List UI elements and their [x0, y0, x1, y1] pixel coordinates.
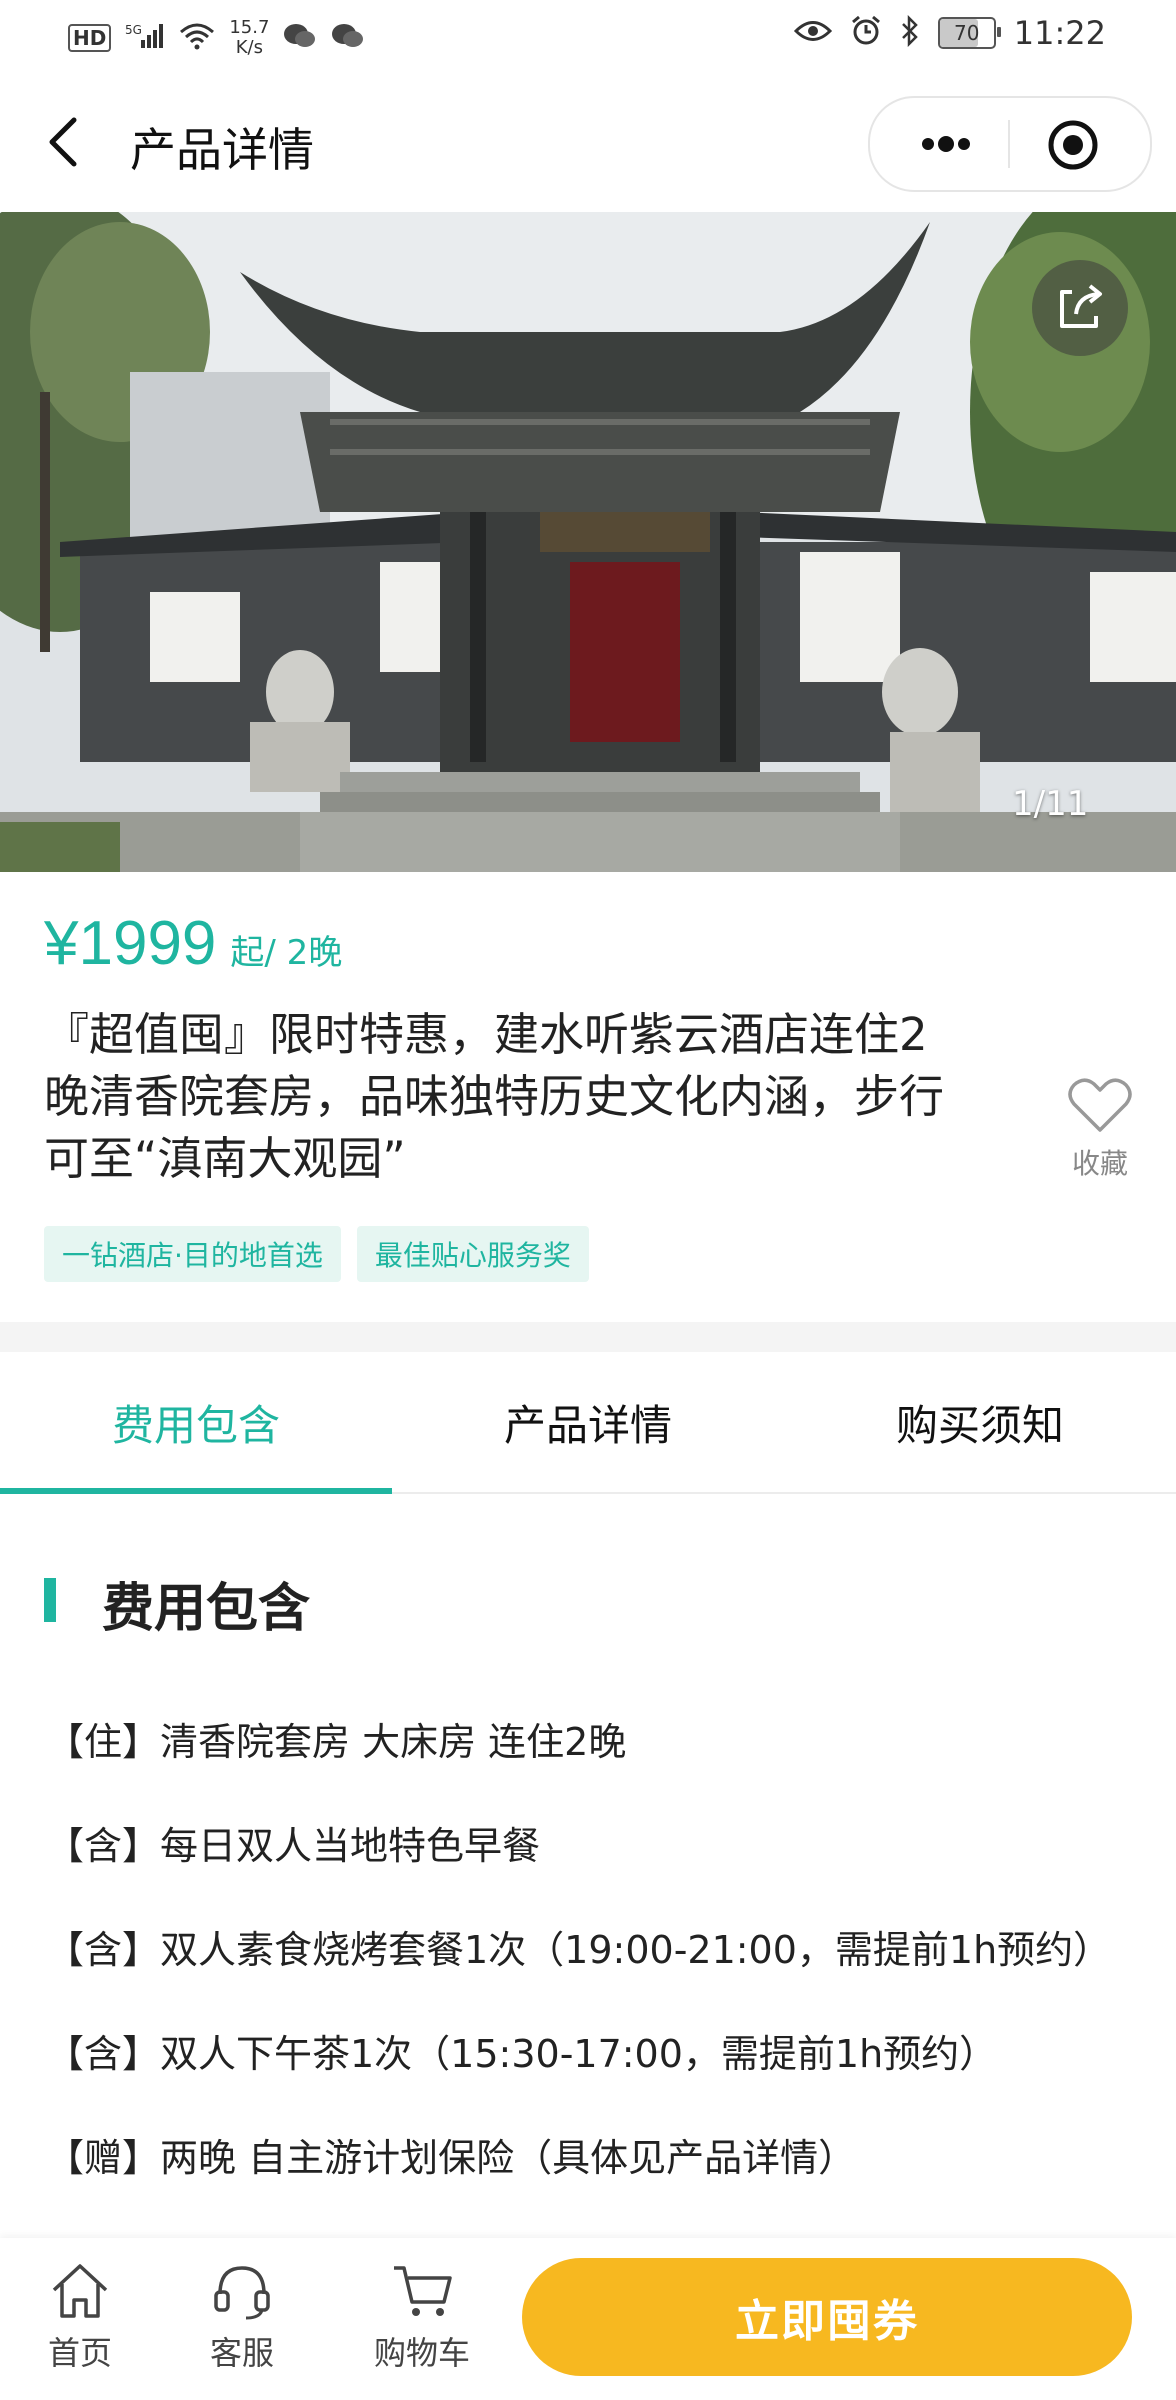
service-label: 客服: [209, 2334, 274, 2372]
tab-purchase-notes[interactable]: 购买须知: [784, 1352, 1176, 1492]
fee-item-bbq: 【含】双人素食烧烤套餐1次（19:00-21:00，需提前1h预约）: [46, 1928, 1112, 1972]
share-button[interactable]: [1032, 260, 1128, 356]
status-bar: HD 5G 15.7 K/s 70 11:22: [0, 0, 1176, 72]
hero-image[interactable]: [0, 212, 1176, 872]
home-button[interactable]: 首页: [20, 2260, 140, 2374]
capsule-divider: [1008, 120, 1010, 168]
battery-level: 70: [954, 21, 980, 45]
hd-badge: HD: [68, 24, 112, 52]
battery-indicator: 70: [937, 17, 1001, 49]
bluetooth-icon: [900, 14, 920, 51]
cart-icon: [394, 2266, 452, 2316]
fee-item-breakfast: 【含】每日双人当地特色早餐: [46, 1824, 541, 1868]
wechat-icon-2: [331, 22, 365, 54]
section-title: 费用包含: [102, 1579, 311, 1639]
cart-button[interactable]: 购物车: [362, 2260, 482, 2374]
fee-item-tea: 【含】双人下午茶1次（15:30-17:00，需提前1h预约）: [46, 2032, 998, 2076]
back-button[interactable]: [36, 112, 96, 172]
tag-diamond-hotel: 一钻酒店·目的地首选: [44, 1226, 341, 1282]
status-left: HD 5G 15.7 K/s: [68, 18, 365, 58]
speed-value: 15.7: [229, 17, 270, 38]
fee-list: 【住】清香院套房 大床房 连住2晚 【含】每日双人当地特色早餐 【含】双人素食烧…: [46, 1706, 1136, 2226]
favorite-button[interactable]: 收藏: [1052, 1076, 1148, 1182]
customer-service-button[interactable]: 客服: [182, 2260, 302, 2374]
courtyard-gate-photo: [0, 212, 1176, 872]
nav-bar: 产品详情: [0, 72, 1176, 212]
more-dots-icon: [922, 136, 970, 152]
buy-voucher-button[interactable]: 立即囤券: [522, 2258, 1132, 2376]
section-divider: [0, 1322, 1176, 1352]
tag-service-award: 最佳贴心服务奖: [356, 1226, 589, 1282]
clock: 11:22: [1013, 14, 1106, 52]
chevron-left-icon: [49, 117, 77, 167]
5g-label: 5G: [125, 23, 142, 37]
heart-icon: [1068, 1078, 1132, 1132]
share-icon: [1060, 284, 1102, 328]
price-row: ¥1999 起/ 2晚: [44, 908, 342, 979]
tab-bar: 费用包含 产品详情 购买须知: [0, 1352, 1176, 1494]
wifi-icon: [179, 22, 215, 54]
price-value: ¥1999: [44, 909, 217, 978]
miniprogram-capsule: [868, 96, 1152, 192]
tag-list: 一钻酒店·目的地首选 最佳贴心服务奖: [44, 1226, 589, 1282]
page-title: 产品详情: [130, 123, 314, 177]
product-title: 『超值囤』限时特惠，建水听紫云酒店连住2晚清香院套房，品味独特历史文化内涵，步行…: [44, 1008, 945, 1185]
tab-fee-included[interactable]: 费用包含: [0, 1352, 392, 1494]
headset-icon: [214, 2266, 270, 2320]
status-right: 70 11:22: [793, 14, 1106, 52]
close-miniprogram-button[interactable]: [1046, 118, 1100, 172]
wechat-icon: [283, 22, 317, 54]
target-icon: [1048, 120, 1098, 170]
favorite-label: 收藏: [1071, 1147, 1128, 1180]
network-speed: 15.7 K/s: [229, 18, 269, 58]
bottom-bar: 首页 客服 购物车 立即囤券: [0, 2238, 1176, 2400]
alarm-icon: [850, 15, 882, 51]
home-label: 首页: [47, 2334, 112, 2372]
signal-icon: 5G: [125, 22, 165, 55]
more-button[interactable]: [900, 118, 990, 170]
home-icon: [52, 2264, 108, 2318]
speed-unit: K/s: [235, 37, 263, 58]
fee-item-insurance: 【赠】两晚 自主游计划保险（具体见产品详情）: [46, 2136, 857, 2180]
section-marker: [44, 1578, 56, 1622]
cart-label: 购物车: [373, 2334, 470, 2372]
eye-icon: [793, 18, 832, 48]
image-counter: 1/11: [1012, 784, 1089, 824]
tab-product-details[interactable]: 产品详情: [392, 1352, 784, 1492]
price-suffix: 起/ 2晚: [230, 933, 343, 973]
fee-item-room: 【住】清香院套房 大床房 连住2晚: [46, 1720, 627, 1764]
